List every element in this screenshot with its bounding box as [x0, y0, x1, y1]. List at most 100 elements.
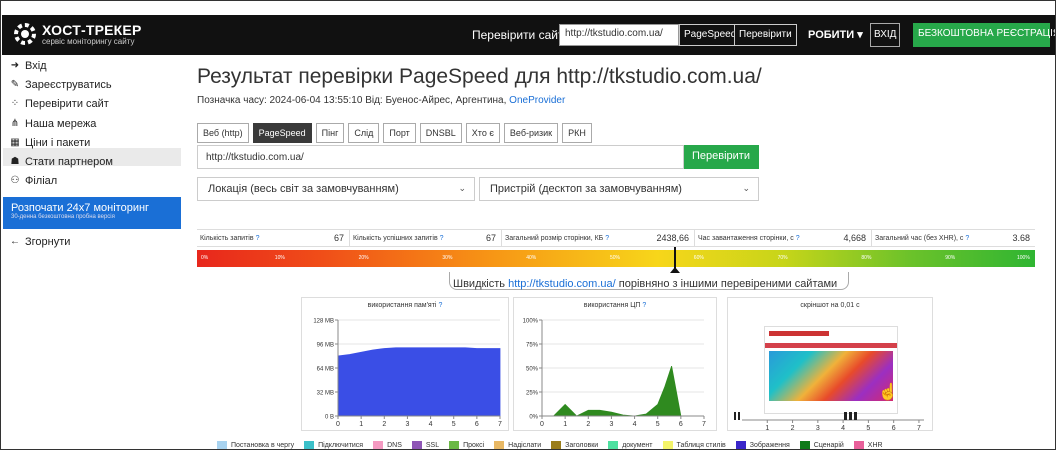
sidebar-item-register[interactable]: ✎ Зареєструватись — [10, 79, 112, 91]
legend-item[interactable]: Таблиця стилів — [662, 441, 726, 449]
tab-pagespeed[interactable]: PageSpeed — [252, 123, 312, 143]
device-select[interactable]: Пристрій (десктоп за замовчуванням) ⌄ — [479, 177, 759, 201]
help-icon[interactable]: ? — [796, 235, 800, 242]
sidebar-item-network[interactable]: ⋔ Наша мережа — [10, 118, 97, 130]
sidebar-item-login[interactable]: ➜ Вхід — [10, 60, 47, 72]
grid-icon: ▦ — [10, 137, 20, 148]
legend-item[interactable]: SSL — [411, 441, 440, 449]
timeline-tick-label: 3 — [816, 425, 820, 430]
page-title: Результат перевірки PageSpeed для http:/… — [197, 65, 762, 88]
stat-label: Кількість успішних запитів? — [350, 235, 447, 242]
legend-item[interactable]: Сценарій — [799, 441, 844, 449]
x-tick-label: 6 — [679, 421, 683, 428]
tab-ping[interactable]: Пінг — [315, 123, 345, 143]
legend-item[interactable]: Проксі — [449, 441, 485, 449]
tab-dnsbl[interactable]: DNSBL — [419, 123, 462, 143]
pagespeed-button[interactable]: PageSpeed — [679, 24, 742, 46]
legend-item[interactable]: Підключитися — [304, 441, 364, 449]
help-icon[interactable]: ? — [440, 235, 444, 242]
logo-gear-icon — [12, 21, 38, 47]
legend-label: SSL — [425, 442, 440, 449]
timeline-frame-marker — [734, 412, 736, 420]
timing-legend: Постановка в чергу Підключитися DNS SSL Прок… — [217, 441, 883, 449]
collapse-label: Згорнути — [25, 236, 71, 248]
y-tick-label: 32 MB — [317, 391, 334, 397]
sidebar-item-affiliate[interactable]: ⚇ Філіал — [10, 175, 58, 187]
help-icon[interactable]: ? — [256, 235, 260, 242]
login-button[interactable]: ВХІД — [870, 23, 900, 47]
tab-web-http[interactable]: Веб (http) — [197, 123, 249, 143]
sidebar-item-label: Перевірити сайт — [25, 98, 109, 110]
stat-total-time: Загальний час (без XHR), с? 3.68 — [872, 230, 1035, 246]
location-select[interactable]: Локація (весь світ за замовчуванням) ⌄ — [197, 177, 475, 201]
y-tick-label: 25% — [526, 391, 539, 397]
screenshot-timeline-axis: 1 2 3 4 5 6 7 — [734, 412, 924, 430]
compare-caption: Швидкість http://tkstudio.com.ua/ порівн… — [453, 278, 837, 290]
sidebar-item-partner[interactable]: ☗ Стати партнером — [10, 156, 113, 168]
header-check-button[interactable]: Перевірити — [734, 24, 797, 46]
legend-swatch — [799, 441, 810, 449]
x-tick-label: 2 — [382, 421, 386, 428]
sidebar-item-pricing[interactable]: ▦ Ціни і пакети — [10, 137, 90, 149]
promo-title: Розпочати 24х7 моніторинг — [11, 202, 150, 214]
y-tick-label: 100% — [523, 319, 539, 325]
legend-item[interactable]: Надіслати — [494, 441, 541, 449]
legend-swatch — [373, 441, 384, 449]
check-type-tabs: Веб (http) PageSpeed Пінг Слід Порт DNSB… — [197, 123, 592, 143]
start-monitoring-promo[interactable]: Розпочати 24х7 моніторинг 30-денна безко… — [3, 197, 181, 229]
x-tick-label: 5 — [656, 421, 660, 428]
x-tick-label: 3 — [405, 421, 409, 428]
chevron-down-icon: ⌄ — [458, 183, 466, 193]
legend-item[interactable]: Постановка в чергу — [217, 441, 294, 449]
login-icon: ➜ — [10, 60, 20, 71]
do-menu-label: РОБИТИ — [808, 29, 855, 41]
logo-subtitle: сервіс моніторингу сайту — [42, 36, 135, 46]
location-select-value: Локація (весь світ за замовчуванням) — [208, 183, 399, 195]
tab-rkn[interactable]: РКН — [562, 123, 592, 143]
stat-value: 4,668 — [843, 233, 866, 243]
compare-prefix: Швидкість — [453, 278, 506, 290]
register-button[interactable]: БЕЗКОШТОВНА РЕЄСТРАЦІЯ — [913, 23, 1055, 47]
timeline-tick-label: 4 — [841, 425, 845, 430]
legend-item[interactable]: Зображення — [735, 441, 790, 449]
scale-tick-label: 10% — [274, 255, 285, 261]
sidebar-item-label: Наша мережа — [25, 118, 97, 130]
legend-label: Проксі — [463, 442, 485, 449]
stat-label: Загальний час (без XHR), с? — [872, 235, 972, 242]
legend-item[interactable]: Заголовки — [551, 441, 598, 449]
logo[interactable]: ХОСТ-ТРЕКЕР сервіс моніторингу сайту — [12, 21, 142, 47]
legend-item[interactable]: XHR — [853, 441, 883, 449]
url-input[interactable]: http://tkstudio.com.ua/ — [197, 145, 684, 169]
sidebar-item-check-site[interactable]: ⁘ Перевірити сайт — [10, 98, 109, 110]
tab-web-risk[interactable]: Веб-ризик — [503, 123, 559, 143]
sidebar-item-label: Ціни і пакети — [25, 137, 91, 149]
y-tick-label: 128 MB — [313, 319, 334, 325]
legend-item[interactable]: DNS — [373, 441, 402, 449]
help-icon[interactable]: ? — [605, 235, 609, 242]
header-url-input[interactable]: http://tkstudio.com.ua/ — [559, 24, 679, 46]
provider-link[interactable]: OneProvider — [509, 95, 565, 106]
do-menu[interactable]: РОБИТИ ▾ — [808, 28, 863, 41]
legend-swatch — [304, 441, 315, 449]
timeline-tick-label: 5 — [866, 425, 870, 430]
stat-load-time: Час завантаження сторінки, с? 4,668 — [695, 230, 872, 246]
stat-value: 67 — [485, 233, 496, 243]
compare-url-link[interactable]: http://tkstudio.com.ua/ — [508, 278, 616, 290]
stat-success-requests: Кількість успішних запитів? 67 — [350, 230, 502, 246]
stat-label: Загальний розмір сторінки, КБ? — [502, 235, 612, 242]
collapse-sidebar-button[interactable]: ← Згорнути — [10, 236, 70, 248]
legend-item[interactable]: документ — [608, 441, 653, 449]
stats-bar: Кількість запитів? 67 Кількість успішних … — [197, 229, 1035, 247]
edit-icon: ✎ — [10, 79, 20, 90]
x-tick-label: 5 — [452, 421, 456, 428]
stat-requests: Кількість запитів? 67 — [197, 230, 350, 246]
timestamp: Позначка часу: 2024-06-04 13:55:10 Від: … — [197, 95, 565, 106]
tab-trace[interactable]: Слід — [348, 123, 380, 143]
check-button[interactable]: Перевірити — [684, 145, 759, 169]
legend-label: Підключитися — [318, 442, 364, 449]
tab-whois[interactable]: Хто є — [465, 123, 500, 143]
tab-port[interactable]: Порт — [383, 123, 416, 143]
help-icon[interactable]: ? — [965, 235, 969, 242]
stat-label-text: Кількість успішних запитів — [353, 234, 438, 242]
x-tick-label: 4 — [429, 421, 433, 428]
